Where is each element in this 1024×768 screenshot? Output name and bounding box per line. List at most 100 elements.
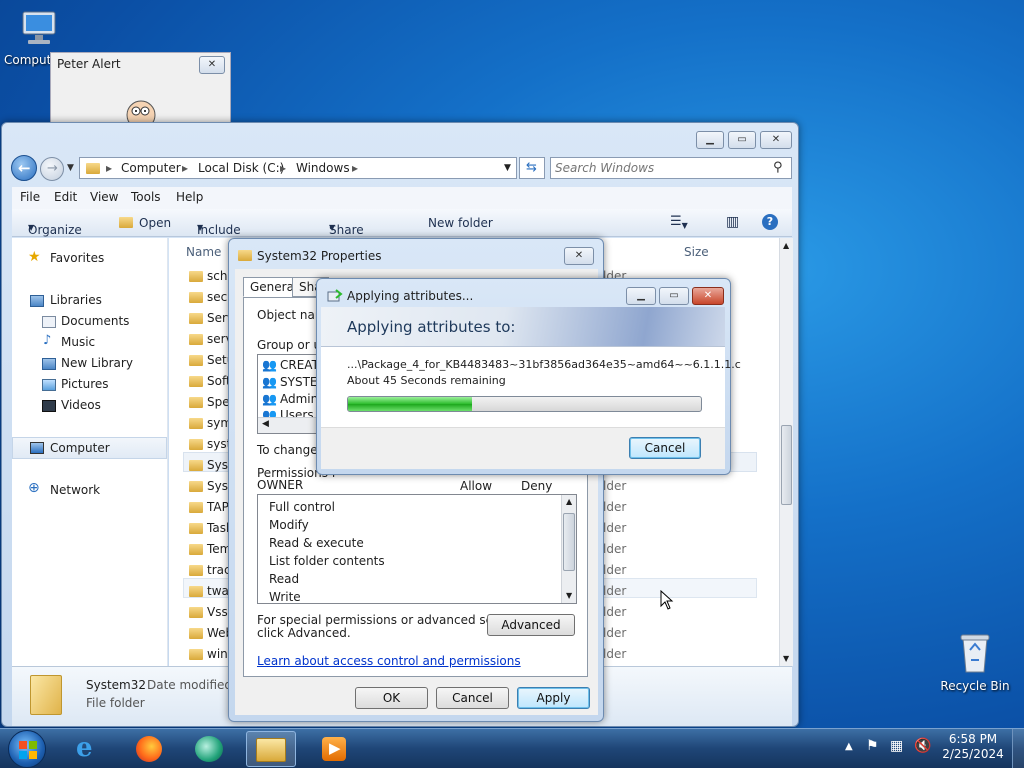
taskbar-firefox[interactable] bbox=[124, 731, 174, 767]
nav-computer[interactable]: Computer bbox=[50, 441, 110, 455]
breadcrumb-computer[interactable]: Computer bbox=[121, 161, 181, 175]
folder-icon bbox=[189, 439, 203, 450]
show-hidden-icons-icon[interactable]: ▲ bbox=[845, 741, 853, 752]
folder-icon bbox=[189, 481, 203, 492]
show-desktop-button[interactable] bbox=[1012, 729, 1024, 768]
taskbar-explorer[interactable] bbox=[246, 731, 296, 767]
permissions-list[interactable]: Full control Modify Read & execute List … bbox=[257, 494, 577, 604]
view-options-icon[interactable]: ☰ ▼ bbox=[670, 214, 688, 230]
apply-minimize-button[interactable]: ▁ bbox=[626, 287, 656, 305]
apply-button[interactable]: Apply bbox=[517, 687, 590, 709]
nav-network[interactable]: Network bbox=[50, 483, 100, 497]
explorer-minimize-button[interactable]: ▁ bbox=[696, 131, 724, 149]
nav-favorites[interactable]: Favorites bbox=[50, 251, 104, 265]
taskbar: e ▶ ▲ ⚑ ▦ 🔇 6:58 PM 2/25/2024 bbox=[0, 728, 1024, 768]
search-input[interactable] bbox=[555, 160, 765, 176]
help-icon[interactable]: ? bbox=[762, 214, 778, 230]
peter-alert-close-button[interactable]: ✕ bbox=[199, 56, 225, 74]
menu-tools[interactable]: Tools bbox=[131, 190, 161, 204]
peter-alert-window[interactable]: Peter Alert ✕ bbox=[50, 52, 231, 132]
windows-logo-icon bbox=[19, 741, 37, 759]
apply-close-button[interactable]: ✕ bbox=[692, 287, 724, 305]
search-box[interactable]: ⚲ bbox=[550, 157, 792, 179]
taskbar-internet-explorer[interactable]: e bbox=[64, 731, 114, 767]
address-bar[interactable]: ▸ Computer ▸ Local Disk (C:) ▸ Windows ▸… bbox=[79, 157, 517, 179]
scroll-up-icon[interactable]: ▲ bbox=[566, 497, 572, 506]
menu-view[interactable]: View bbox=[90, 190, 118, 204]
nav-libraries[interactable]: Libraries bbox=[50, 293, 102, 307]
open-button[interactable]: Open bbox=[139, 216, 171, 230]
properties-close-button[interactable]: ✕ bbox=[564, 247, 594, 265]
breadcrumb-windows[interactable]: Windows bbox=[296, 161, 350, 175]
taskbar-media-player[interactable]: ▶ bbox=[310, 731, 360, 767]
maximize-icon: ▭ bbox=[669, 290, 679, 301]
scroll-up-icon[interactable]: ▲ bbox=[783, 241, 789, 250]
pictures-icon bbox=[42, 379, 56, 391]
explorer-maximize-button[interactable]: ▭ bbox=[728, 131, 756, 149]
allow-column-header: Allow bbox=[460, 479, 493, 493]
nav-videos[interactable]: Videos bbox=[61, 398, 101, 412]
file-list-scrollbar[interactable]: ▲ ▼ bbox=[779, 238, 793, 666]
close-icon: ✕ bbox=[574, 250, 584, 261]
nav-documents[interactable]: Documents bbox=[61, 314, 129, 328]
folder-icon bbox=[189, 397, 203, 408]
access-control-help-link[interactable]: Learn about access control and permissio… bbox=[257, 654, 521, 668]
taskbar-app[interactable] bbox=[184, 731, 234, 767]
close-icon: ✕ bbox=[207, 59, 217, 70]
column-header-name[interactable]: Name bbox=[186, 245, 221, 259]
start-button[interactable] bbox=[8, 730, 46, 768]
menu-help[interactable]: Help bbox=[176, 190, 203, 204]
applying-attributes-dialog[interactable]: Applying attributes... ▁ ▭ ✕ Applying at… bbox=[316, 278, 741, 475]
ok-button[interactable]: OK bbox=[355, 687, 428, 709]
back-button[interactable]: ← bbox=[11, 155, 37, 181]
arrow-left-icon: ← bbox=[18, 159, 31, 177]
peter-alert-title: Peter Alert bbox=[57, 57, 121, 71]
minimize-icon: ▁ bbox=[706, 134, 714, 145]
permission-row: Read & execute bbox=[269, 536, 364, 550]
apply-cancel-button[interactable]: Cancel bbox=[629, 437, 701, 459]
recent-pages-dropdown-icon[interactable]: ▼ bbox=[67, 163, 74, 173]
menu-edit[interactable]: Edit bbox=[54, 190, 77, 204]
folder-icon bbox=[189, 544, 203, 555]
explorer-close-button[interactable]: ✕ bbox=[760, 131, 792, 149]
computer-icon bbox=[22, 11, 56, 44]
advanced-button[interactable]: Advanced bbox=[487, 614, 575, 636]
cancel-button[interactable]: Cancel bbox=[436, 687, 509, 709]
clock[interactable]: 6:58 PM 2/25/2024 bbox=[938, 732, 1010, 761]
users-icon: 👥 bbox=[262, 375, 277, 389]
desktop-recycle-bin[interactable]: Recycle Bin bbox=[940, 630, 1010, 693]
chevron-down-icon: ▼ bbox=[28, 223, 35, 232]
breadcrumb-local-disk[interactable]: Local Disk (C:) bbox=[198, 161, 284, 175]
forward-button[interactable]: → bbox=[40, 157, 64, 181]
menu-file[interactable]: File bbox=[20, 190, 40, 204]
file-type: lder bbox=[603, 563, 627, 577]
apply-maximize-button[interactable]: ▭ bbox=[659, 287, 689, 305]
user-item[interactable]: CREAT bbox=[280, 358, 319, 372]
preview-pane-icon[interactable]: ▥ bbox=[726, 214, 739, 230]
computer-icon bbox=[30, 442, 44, 454]
nav-pictures[interactable]: Pictures bbox=[61, 377, 109, 391]
network-status-icon[interactable]: ▦ bbox=[890, 738, 903, 754]
scrollbar-thumb[interactable] bbox=[781, 425, 792, 505]
scrollbar-thumb[interactable] bbox=[563, 513, 575, 571]
scroll-down-icon[interactable]: ▼ bbox=[566, 591, 572, 600]
new-folder-button[interactable]: New folder bbox=[428, 216, 493, 230]
apply-banner: Applying attributes to: bbox=[321, 307, 725, 347]
action-center-flag-icon[interactable]: ⚑ bbox=[866, 738, 879, 754]
details-type: File folder bbox=[86, 696, 145, 710]
user-item[interactable]: SYSTE bbox=[280, 375, 317, 389]
deny-column-header: Deny bbox=[521, 479, 553, 493]
chevron-down-icon[interactable]: ▼ bbox=[504, 163, 511, 173]
scroll-down-icon[interactable]: ▼ bbox=[783, 654, 789, 663]
chevron-down-icon: ▼ bbox=[197, 223, 204, 232]
nav-music[interactable]: Music bbox=[61, 335, 95, 349]
nav-new-library[interactable]: New Library bbox=[61, 356, 133, 370]
file-type: lder bbox=[603, 605, 627, 619]
permissions-scrollbar[interactable]: ▲ ▼ bbox=[561, 495, 576, 603]
refresh-button[interactable]: ⇆ bbox=[519, 157, 545, 179]
clock-date: 2/25/2024 bbox=[942, 747, 1004, 761]
scroll-left-icon[interactable]: ◀ bbox=[262, 419, 269, 429]
folder-icon bbox=[189, 460, 203, 471]
volume-muted-icon[interactable]: 🔇 bbox=[914, 738, 931, 754]
column-header-size[interactable]: Size bbox=[684, 245, 709, 259]
